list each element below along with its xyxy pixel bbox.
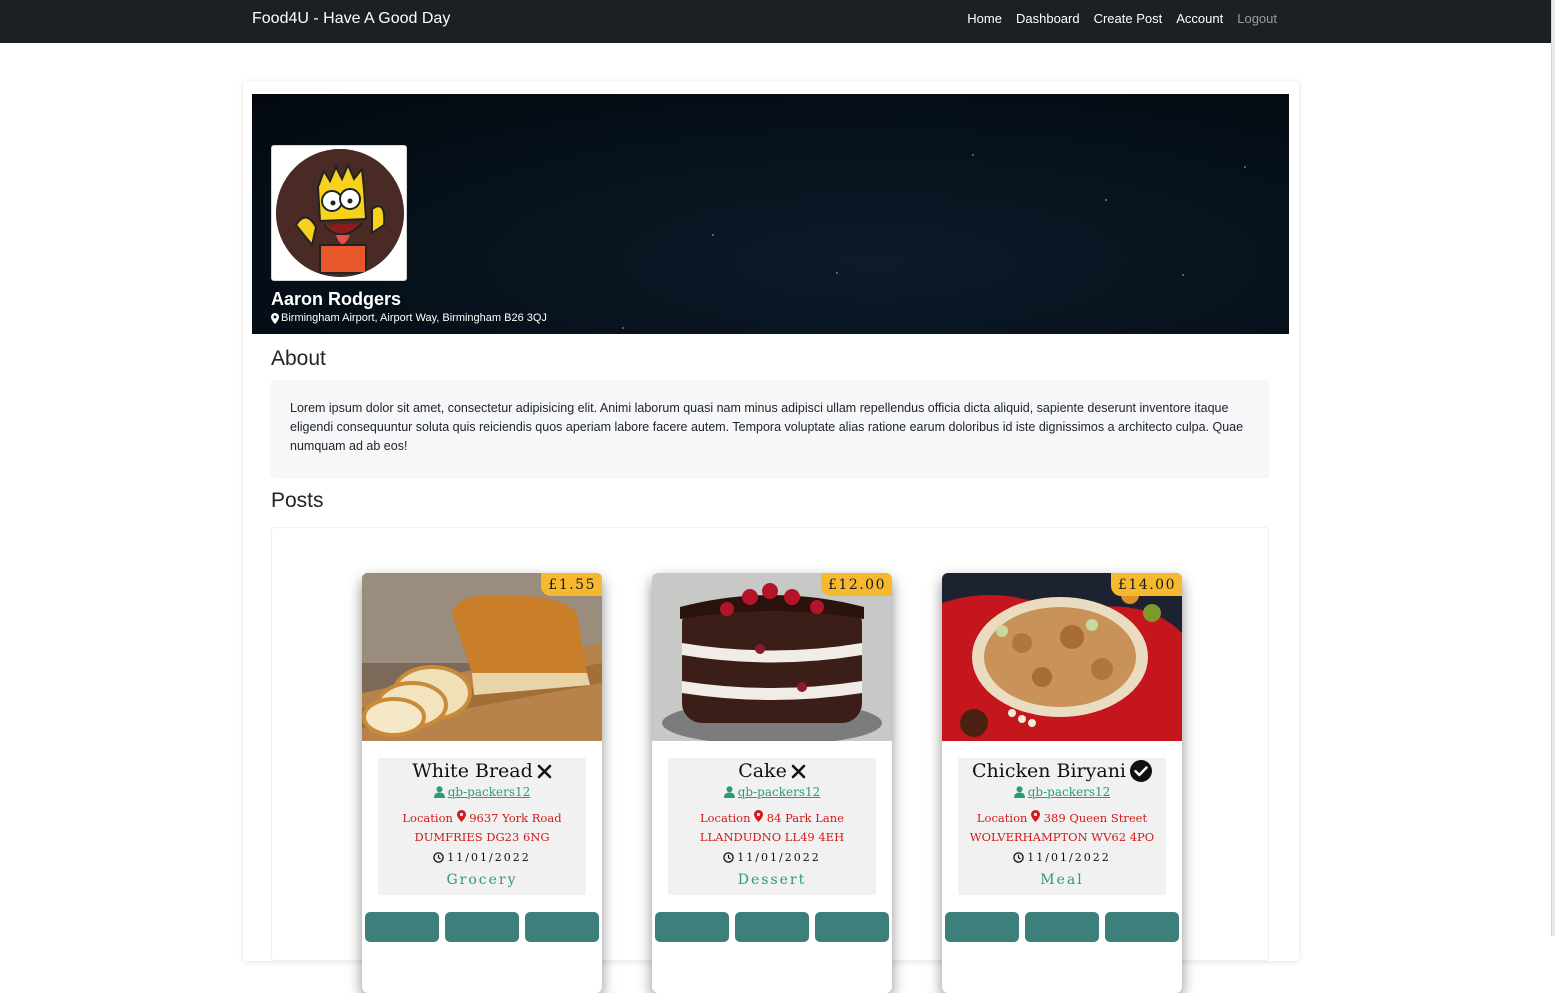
avatar-frame — [271, 145, 407, 281]
clock-icon — [1013, 852, 1025, 863]
post-title: White Bread — [412, 760, 533, 782]
post-title: Cake — [738, 760, 787, 782]
post-date: 11/01/2022 — [958, 851, 1166, 864]
profile-card: Aaron Rodgers Birmingham Airport, Airpor… — [243, 81, 1299, 993]
user-icon — [1013, 786, 1025, 798]
post-owner-link[interactable]: qb-packers12 — [668, 785, 876, 799]
profile-banner: Aaron Rodgers Birmingham Airport, Airpor… — [252, 94, 1289, 334]
post-location: Location 9637 York Road DUMFRIES DG23 6N… — [402, 810, 562, 844]
nav-links: Home Dashboard Create Post Account Logou… — [967, 11, 1277, 26]
post-category: Meal — [1040, 872, 1084, 888]
nav-home[interactable]: Home — [967, 11, 1002, 26]
post-action-button[interactable] — [445, 912, 519, 942]
post-card[interactable]: £12.00 Cake qb-packers12 Location 84 Par… — [652, 573, 892, 993]
post-date: 11/01/2022 — [668, 851, 876, 864]
post-owner-link[interactable]: qb-packers12 — [958, 785, 1166, 799]
post-action-button[interactable] — [1025, 912, 1099, 942]
post-info: Cake qb-packers12 Location 84 Park Lane … — [668, 758, 876, 895]
post-action-button[interactable] — [655, 912, 729, 942]
close-icon — [537, 764, 552, 778]
about-heading: About — [271, 347, 326, 370]
post-image — [362, 573, 602, 741]
top-navbar: Food4U - Have A Good Day Home Dashboard … — [0, 0, 1551, 43]
profile-name: Aaron Rodgers — [271, 289, 402, 309]
user-icon — [723, 786, 735, 798]
check-circle-icon — [1130, 760, 1153, 782]
post-info: White Bread qb-packers12 Location 9637 Y… — [378, 758, 586, 895]
post-date: 11/01/2022 — [378, 851, 586, 864]
post-action-button[interactable] — [945, 912, 1019, 942]
map-pin-icon — [271, 312, 279, 324]
price-badge: £12.00 — [821, 573, 892, 596]
nav-dashboard[interactable]: Dashboard — [1016, 11, 1080, 26]
post-category: Grocery — [446, 872, 518, 888]
post-owner-link[interactable]: qb-packers12 — [378, 785, 586, 799]
post-location: Location 389 Queen Street WOLVERHAMPTON … — [969, 810, 1155, 844]
post-action-button[interactable] — [1105, 912, 1179, 942]
post-info: Chicken Biryani qb-packers12 Location 38… — [958, 758, 1166, 895]
post-card[interactable]: £14.00 Chicken Biryani qb-packers12 Loca… — [942, 573, 1182, 993]
post-image — [942, 573, 1182, 741]
nav-logout[interactable]: Logout — [1237, 11, 1277, 26]
post-action-button[interactable] — [815, 912, 889, 942]
posts-heading: Posts — [271, 489, 324, 512]
post-actions — [945, 912, 1179, 942]
avatar — [276, 149, 404, 277]
brand-link[interactable]: Food4U - Have A Good Day — [252, 10, 450, 28]
page-scrollbar[interactable] — [1551, 0, 1555, 936]
post-card[interactable]: £1.55 White Bread qb-packers12 Location … — [362, 573, 602, 993]
clock-icon — [433, 852, 445, 863]
post-title: Chicken Biryani — [971, 760, 1127, 782]
profile-location-text: Birmingham Airport, Airport Way, Birming… — [281, 312, 547, 324]
price-badge: £14.00 — [1111, 573, 1182, 596]
profile-location: Birmingham Airport, Airport Way, Birming… — [271, 312, 547, 324]
post-title-row: White Bread — [378, 758, 586, 784]
about-text: Lorem ipsum dolor sit amet, consectetur … — [271, 380, 1269, 476]
map-pin-icon — [456, 810, 466, 822]
close-icon — [791, 764, 806, 778]
post-action-button[interactable] — [735, 912, 809, 942]
post-title-row: Cake — [668, 758, 876, 784]
post-title-row: Chicken Biryani — [958, 758, 1166, 784]
clock-icon — [723, 852, 735, 863]
map-pin-icon — [1031, 810, 1041, 822]
price-badge: £1.55 — [541, 573, 602, 596]
post-actions — [655, 912, 889, 942]
user-icon — [433, 786, 445, 798]
post-action-button[interactable] — [365, 912, 439, 942]
post-action-button[interactable] — [525, 912, 599, 942]
post-image — [652, 573, 892, 741]
post-category: Dessert — [737, 872, 807, 888]
map-pin-icon — [754, 810, 764, 822]
nav-account[interactable]: Account — [1176, 11, 1223, 26]
post-location: Location 84 Park Lane LLANDUDNO LL49 4EH — [699, 810, 845, 844]
posts-grid: £1.55 White Bread qb-packers12 Location … — [271, 527, 1269, 993]
nav-create-post[interactable]: Create Post — [1094, 11, 1163, 26]
post-actions — [365, 912, 599, 942]
